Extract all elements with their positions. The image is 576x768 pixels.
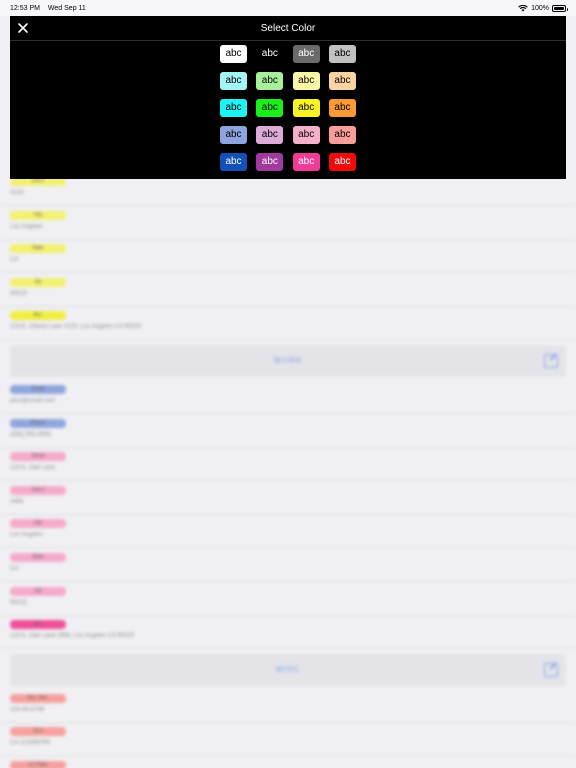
section-header-misc: MISC <box>10 653 566 686</box>
color-picker-panel: Select Color abc abc abc abc abc abc abc abc abc… <box>10 16 566 179</box>
color-swatch[interactable]: abc <box>292 99 320 117</box>
color-swatch[interactable]: abc <box>328 99 356 117</box>
status-time: 12:53 PM <box>10 4 40 12</box>
color-swatch[interactable]: abc <box>256 45 284 63</box>
battery-percent: 100% <box>531 4 549 12</box>
field-value: #456 <box>10 498 24 505</box>
color-swatch[interactable]: abc <box>220 99 247 117</box>
status-bar: 12:53 PM Wed Sep 11 100% <box>0 0 576 16</box>
field-value: CA 123456789 <box>10 740 50 747</box>
swatch-row: abc abc abc abc <box>220 99 356 117</box>
field-row[interactable]: DL# CA 123456789 <box>0 723 576 757</box>
field-row[interactable]: Email your@email.com <box>0 381 576 414</box>
status-left: 12:53 PM Wed Sep 11 <box>10 5 92 12</box>
field-label-tag: Street <box>10 452 66 462</box>
field-value: 123 E. Oak Lane #456, Los Angeles CA 900… <box>10 633 135 640</box>
color-swatch[interactable]: abc <box>328 153 356 171</box>
color-swatch[interactable]: abc <box>292 45 320 63</box>
field-label-tag: State <box>10 553 66 562</box>
field-value: CA <box>10 257 19 264</box>
color-swatch[interactable]: abc <box>256 72 284 90</box>
color-swatch[interactable]: abc <box>220 72 247 90</box>
field-row[interactable]: City Los Angeles <box>0 207 576 240</box>
field-label-tag: City <box>10 519 66 529</box>
battery-icon <box>552 4 568 12</box>
field-label-tag: State <box>10 244 66 254</box>
field-row[interactable]: ALL 123 E. Oak Lane #456, Los Angeles CA … <box>0 616 576 650</box>
field-row[interactable]: City Los Angeles <box>0 515 576 549</box>
field-label-tag: ALL <box>10 311 66 321</box>
field-label-tag: Lic Plate <box>10 761 66 768</box>
field-value: Los Angeles <box>10 223 43 230</box>
field-value: CA <box>10 566 19 572</box>
status-right: 100% <box>518 4 568 12</box>
field-row[interactable]: Zip 90015 <box>0 274 576 307</box>
field-label-tag: Soc. Sec. <box>10 693 66 703</box>
swatch-row: abc abc abc abc <box>220 72 356 90</box>
field-label-tag: Email <box>10 385 66 394</box>
battery-fill <box>554 6 564 10</box>
section-title: WORK <box>273 356 303 365</box>
wifi-icon <box>518 4 528 11</box>
section-title: MISC <box>276 664 300 674</box>
field-row[interactable]: State CA <box>0 549 576 582</box>
color-swatch[interactable]: abc <box>220 153 247 171</box>
color-swatch[interactable]: abc <box>292 153 320 171</box>
edit-icon[interactable] <box>544 354 558 368</box>
edit-icon[interactable] <box>544 662 558 677</box>
field-label-tag: Zip <box>10 586 66 596</box>
color-swatch[interactable]: abc <box>328 126 356 144</box>
section-header-work: WORK <box>10 345 566 377</box>
color-swatch[interactable]: abc <box>256 153 284 171</box>
color-swatch[interactable]: abc <box>220 45 247 63</box>
field-value: Los Angeles <box>10 532 43 539</box>
field-row[interactable]: Street 123 E. Oak Lane <box>0 448 576 482</box>
field-value: 90015 <box>10 599 27 606</box>
color-swatch[interactable]: abc <box>220 126 247 144</box>
field-value: #123 <box>10 190 24 196</box>
swatch-row: abc abc abc abc <box>220 45 356 63</box>
field-label-tag: Phone <box>10 418 66 428</box>
picker-header: Select Color <box>10 16 566 41</box>
color-swatch[interactable]: abc <box>292 72 320 90</box>
field-value: your@email.com <box>10 398 56 404</box>
field-label-tag: City <box>10 210 66 220</box>
field-row[interactable]: State CA <box>0 240 576 274</box>
field-label-tag: DL# <box>10 727 66 737</box>
field-row[interactable]: Lic PlateALT8 3C(T) <box>0 757 576 768</box>
color-swatch[interactable]: abc <box>328 45 356 63</box>
swatch-row: abc abc abc abc <box>220 153 356 171</box>
field-value: (555) 555-5555 <box>10 431 52 438</box>
status-date: Wed Sep 11 <box>47 4 86 12</box>
field-row[interactable]: Soc. Sec. 123-45-6789 <box>0 690 576 723</box>
color-swatch[interactable]: abc <box>292 126 320 144</box>
field-value: 123 E. Oak Lane <box>10 465 56 472</box>
picker-title: Select Color <box>260 23 316 34</box>
field-label-tag: Zip <box>10 277 66 287</box>
color-swatch[interactable]: abc <box>328 72 356 90</box>
field-row[interactable]: Zip 90015 <box>0 583 576 616</box>
color-swatch[interactable]: abc <box>256 126 284 144</box>
field-value: 123 E. Cherry Lane #123, Los Angeles CA … <box>10 324 142 331</box>
field-row[interactable]: Phone (555) 555-5555 <box>0 415 576 448</box>
field-value: 90015 <box>10 290 27 297</box>
field-label-tag: ALL <box>10 620 66 630</box>
field-label-tag: Unit # <box>10 485 66 495</box>
field-value: 123-45-6789 <box>10 706 45 713</box>
color-swatch-grid: abc abc abc abc abc abc abc abc abc abc abc abc abc a… <box>220 45 356 180</box>
field-row[interactable]: ALL 123 E. Cherry Lane #123, Los Angeles … <box>0 307 576 341</box>
field-row[interactable]: Unit # #456 <box>0 482 576 515</box>
swatch-row: abc abc abc abc <box>220 126 356 144</box>
color-swatch[interactable]: abc <box>256 99 284 117</box>
